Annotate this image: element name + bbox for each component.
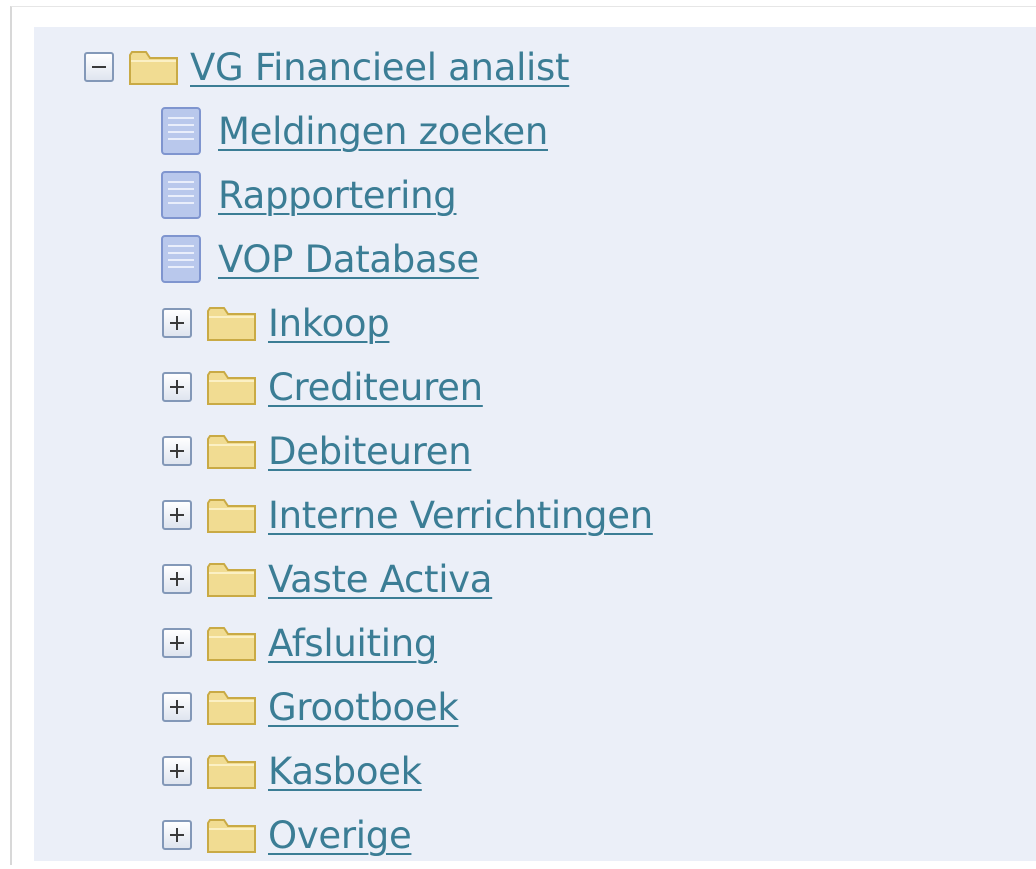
tree-document-item[interactable]: Rapportering xyxy=(160,167,457,223)
tree-folder-link[interactable]: Inkoop xyxy=(268,302,390,345)
folder-icon xyxy=(207,627,256,661)
navigation-tree: VG Financieel analist Meldingen zoeken R… xyxy=(34,27,1036,861)
tree-folder-link[interactable]: Interne Verrichtingen xyxy=(268,494,653,537)
expand-plus-icon[interactable] xyxy=(162,436,192,466)
folder-icon xyxy=(207,691,256,725)
tree-folder-link[interactable]: Afsluiting xyxy=(268,622,437,665)
folder-icon xyxy=(207,563,256,597)
tree-folder-link[interactable]: Overige xyxy=(268,814,412,857)
folder-icon xyxy=(129,51,178,85)
tree-document-link[interactable]: Meldingen zoeken xyxy=(218,110,548,153)
tree-folder-item[interactable]: Kasboek xyxy=(162,743,422,799)
collapse-minus-icon[interactable] xyxy=(84,52,114,82)
tree-folder-item[interactable]: Crediteuren xyxy=(162,359,483,415)
document-icon xyxy=(161,171,201,219)
menu-frame: VG Financieel analist Meldingen zoeken R… xyxy=(10,6,1036,865)
expand-plus-icon[interactable] xyxy=(162,692,192,722)
expand-plus-icon[interactable] xyxy=(162,564,192,594)
expand-plus-icon[interactable] xyxy=(162,500,192,530)
tree-folder-link[interactable]: Vaste Activa xyxy=(268,558,492,601)
tree-folder-link[interactable]: Kasboek xyxy=(268,750,422,793)
expand-plus-icon[interactable] xyxy=(162,820,192,850)
expand-plus-icon[interactable] xyxy=(162,756,192,786)
tree-root-link[interactable]: VG Financieel analist xyxy=(190,46,570,89)
tree-folder-item[interactable]: Interne Verrichtingen xyxy=(162,487,653,543)
tree-folder-item[interactable]: Debiteuren xyxy=(162,423,472,479)
tree-document-item[interactable]: Meldingen zoeken xyxy=(160,103,548,159)
folder-icon xyxy=(207,307,256,341)
tree-folder-link[interactable]: Debiteuren xyxy=(268,430,472,473)
expand-plus-icon[interactable] xyxy=(162,372,192,402)
tree-folder-item[interactable]: Overige xyxy=(162,807,412,861)
folder-icon xyxy=(207,819,256,853)
folder-icon xyxy=(207,755,256,789)
tree-folder-item[interactable]: Afsluiting xyxy=(162,615,437,671)
folder-icon xyxy=(207,371,256,405)
folder-icon xyxy=(207,499,256,533)
tree-folder-link[interactable]: Crediteuren xyxy=(268,366,483,409)
tree-root-node[interactable]: VG Financieel analist xyxy=(84,39,570,95)
tree-folder-item[interactable]: Vaste Activa xyxy=(162,551,492,607)
document-icon xyxy=(161,107,201,155)
tree-document-item[interactable]: VOP Database xyxy=(160,231,479,287)
tree-folder-link[interactable]: Grootboek xyxy=(268,686,459,729)
tree-document-link[interactable]: VOP Database xyxy=(218,238,479,281)
folder-icon xyxy=(207,435,256,469)
expand-plus-icon[interactable] xyxy=(162,628,192,658)
tree-folder-item[interactable]: Inkoop xyxy=(162,295,390,351)
tree-document-link[interactable]: Rapportering xyxy=(218,174,457,217)
expand-plus-icon[interactable] xyxy=(162,308,192,338)
document-icon xyxy=(161,235,201,283)
tree-folder-item[interactable]: Grootboek xyxy=(162,679,459,735)
